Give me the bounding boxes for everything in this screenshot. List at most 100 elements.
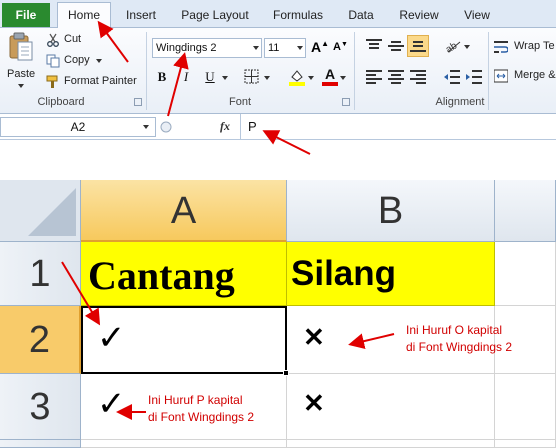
format-painter-icon — [46, 75, 58, 88]
align-center-icon[interactable] — [388, 70, 404, 84]
align-top-icon[interactable] — [366, 39, 382, 53]
underline-button[interactable]: U — [202, 68, 218, 86]
column-header-b[interactable]: B — [287, 180, 495, 242]
cell-c1[interactable] — [495, 242, 556, 306]
copy-dropdown-icon — [96, 59, 102, 63]
name-box-value: A2 — [70, 120, 86, 134]
underline-dropdown-icon[interactable] — [222, 76, 228, 80]
annotation-p-line2: di Font Wingdings 2 — [148, 410, 255, 424]
wrap-text-label: Wrap Te — [514, 40, 555, 52]
decrease-indent-icon[interactable] — [444, 70, 460, 84]
column-header-c[interactable] — [495, 180, 556, 242]
align-left-icon[interactable] — [366, 70, 382, 84]
annotation-o-line2: di Font Wingdings 2 — [406, 340, 513, 354]
tab-data[interactable]: Data — [340, 3, 382, 28]
select-all-triangle-icon — [28, 188, 76, 236]
insert-function-button[interactable]: fx — [220, 119, 230, 134]
name-box-dropdown-icon — [143, 125, 149, 129]
paste-button[interactable]: Paste — [4, 32, 38, 88]
cell-b3-cross: ✕ — [303, 388, 325, 418]
clipboard-group-label: Clipboard — [37, 96, 85, 108]
cell-c4[interactable] — [495, 440, 556, 448]
font-group-label: Font — [228, 96, 251, 108]
orientation-dropdown-icon[interactable] — [464, 45, 470, 49]
cell-a1-text: Cantang — [88, 253, 235, 298]
borders-dropdown-icon[interactable] — [264, 76, 270, 80]
row-header-1[interactable]: 1 — [0, 242, 81, 306]
formula-bar-extended-area — [0, 140, 556, 180]
cell-a1[interactable]: Cantang — [81, 242, 287, 306]
group-divider — [146, 32, 147, 110]
clipboard-launcher-icon[interactable] — [134, 98, 142, 106]
align-bottom-icon — [410, 41, 426, 52]
copy-label: Copy — [64, 54, 90, 66]
orientation-icon[interactable]: ab — [444, 38, 462, 54]
active-cell-border — [81, 306, 287, 374]
cell-a3-checkmark: ✓ — [97, 385, 126, 423]
cell-b3[interactable]: ✕ — [287, 374, 495, 440]
name-box[interactable]: A2 — [0, 117, 156, 137]
row-header-4[interactable] — [0, 440, 81, 448]
font-color-glyph: A — [324, 66, 336, 82]
formula-bar-expand-icon[interactable] — [160, 121, 172, 133]
annotation-p-line1: Ini Huruf P kapital — [148, 393, 243, 407]
align-right-icon[interactable] — [410, 70, 426, 84]
cell-a4[interactable] — [81, 440, 287, 448]
shrink-caret-icon: ▼ — [340, 41, 348, 48]
font-color-dropdown-icon[interactable] — [340, 76, 346, 80]
copy-button[interactable]: Copy — [44, 52, 104, 70]
font-color-swatch — [322, 82, 338, 86]
excel-window: File Home Insert Page Layout Formulas Da… — [0, 0, 556, 448]
bold-button[interactable]: B — [154, 68, 170, 86]
tab-view[interactable]: View — [456, 3, 498, 28]
fill-color-dropdown-icon[interactable] — [308, 76, 314, 80]
cell-b2-cross: ✕ — [303, 322, 325, 352]
row-header-3[interactable]: 3 — [0, 374, 81, 440]
merge-center-button[interactable]: Merge & — [494, 67, 556, 85]
grow-font-button[interactable]: A▲ — [311, 39, 329, 55]
cell-c3[interactable] — [495, 374, 556, 440]
italic-button[interactable]: I — [178, 68, 194, 86]
font-size-box[interactable]: 11 — [264, 38, 306, 58]
fill-color-icon[interactable] — [288, 68, 306, 86]
merge-center-label: Merge & — [514, 69, 556, 81]
ribbon-tab-bar: File Home Insert Page Layout Formulas Da… — [0, 0, 556, 29]
shrink-font-button[interactable]: A▼ — [333, 41, 348, 53]
column-header-a[interactable]: A — [81, 180, 287, 242]
tab-review[interactable]: Review — [392, 3, 446, 28]
wrap-text-button[interactable]: Wrap Te — [494, 38, 556, 56]
paste-label: Paste — [7, 68, 36, 80]
row-header-2[interactable]: 2 — [0, 306, 81, 374]
copy-icon — [46, 54, 60, 68]
paste-dropdown-icon — [18, 84, 24, 88]
select-all-corner[interactable] — [0, 180, 81, 242]
formula-bar: A2 fx P — [0, 114, 556, 180]
cut-label: Cut — [64, 33, 82, 45]
cell-b1[interactable]: Silang — [287, 242, 495, 306]
tab-formulas[interactable]: Formulas — [266, 3, 330, 28]
increase-indent-icon[interactable] — [466, 70, 482, 84]
cell-b4[interactable] — [287, 440, 495, 448]
font-name-box[interactable]: Wingdings 2 — [152, 38, 262, 58]
font-color-button[interactable]: A — [322, 66, 338, 86]
format-painter-button[interactable]: Format Painter — [44, 73, 144, 91]
font-size-dropdown-icon — [297, 46, 303, 50]
tab-page-layout[interactable]: Page Layout — [176, 3, 254, 28]
tab-home[interactable]: Home — [57, 2, 111, 29]
borders-icon[interactable] — [244, 69, 260, 85]
scissors-icon — [47, 33, 59, 47]
align-middle-icon[interactable] — [388, 39, 404, 53]
tab-insert[interactable]: Insert — [118, 3, 164, 28]
grow-caret-icon: ▲ — [321, 39, 330, 48]
formula-bar-content[interactable]: P — [248, 119, 257, 134]
tab-file[interactable]: File — [2, 3, 50, 27]
fill-handle[interactable] — [283, 370, 289, 376]
cut-button[interactable]: Cut — [44, 31, 104, 49]
font-size-value: 11 — [268, 42, 280, 54]
alignment-group-label: Alignment — [435, 96, 485, 108]
cell-b1-text: Silang — [291, 254, 397, 293]
grow-font-glyph: A — [311, 39, 322, 55]
merge-center-icon — [494, 69, 508, 83]
align-bottom-button[interactable] — [407, 35, 429, 57]
font-launcher-icon[interactable] — [342, 98, 350, 106]
